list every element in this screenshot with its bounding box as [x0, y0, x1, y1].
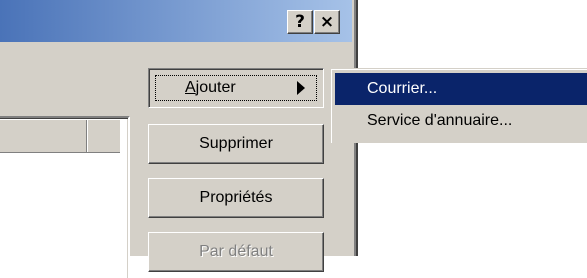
menu-item-courrier[interactable]: Courrier...	[335, 73, 587, 105]
delete-button-label: Supprimer	[199, 135, 273, 152]
services-list[interactable]	[0, 116, 130, 278]
dialog-window: ? × Ajouter Supprimer Propriétés Par déf…	[0, 0, 358, 278]
column-divider[interactable]	[86, 120, 87, 152]
add-button[interactable]: Ajouter	[148, 68, 324, 108]
properties-button[interactable]: Propriétés	[148, 178, 324, 218]
set-default-button-label: Par défaut	[199, 243, 273, 260]
menu-item-courrier-label: Courrier...	[367, 80, 438, 97]
submenu-arrow-icon	[297, 81, 305, 95]
add-submenu: Courrier... Service d'annuaire...	[330, 68, 587, 143]
focus-rectangle	[155, 75, 317, 101]
delete-button[interactable]: Supprimer	[148, 124, 324, 164]
title-bar: ? ×	[0, 0, 352, 42]
help-button[interactable]: ?	[287, 10, 313, 34]
help-icon: ?	[295, 12, 305, 32]
set-default-button: Par défaut	[148, 232, 324, 272]
properties-button-label: Propriétés	[199, 189, 273, 206]
menu-item-service-annuaire[interactable]: Service d'annuaire...	[335, 105, 587, 137]
close-icon: ×	[319, 12, 335, 32]
close-button[interactable]: ×	[314, 10, 340, 34]
menu-item-service-annuaire-label: Service d'annuaire...	[367, 112, 513, 129]
list-column-header[interactable]	[0, 120, 120, 153]
